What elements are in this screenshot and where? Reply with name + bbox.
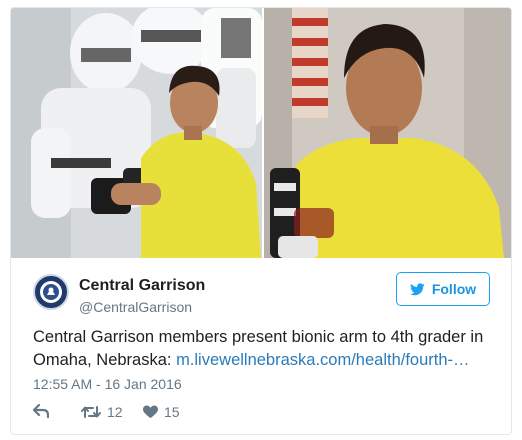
tweet-actions: 12 15 — [33, 404, 333, 424]
tweet-link[interactable]: m.livewellnebraska.com/health/fourth-… — [176, 351, 469, 369]
account-name[interactable]: Central Garrison — [79, 277, 205, 295]
like-button[interactable]: 15 — [143, 404, 180, 420]
tweet-text: Central Garrison members present bionic … — [33, 326, 493, 372]
avatar[interactable] — [33, 274, 69, 310]
follow-label: Follow — [431, 281, 477, 297]
reply-icon — [33, 404, 49, 418]
tweet-media — [11, 8, 511, 258]
media-photo-left[interactable] — [11, 8, 262, 258]
heart-icon — [143, 405, 158, 419]
garrison-emblem-icon — [36, 277, 66, 307]
tweet-card: Central Garrison @CentralGarrison Follow… — [10, 7, 512, 435]
media-photo-right[interactable] — [264, 8, 511, 258]
like-count: 15 — [164, 404, 180, 420]
tweet-timestamp[interactable]: 12:55 AM - 16 Jan 2016 — [33, 376, 182, 392]
follow-button[interactable]: Follow — [396, 272, 490, 306]
reply-button[interactable] — [33, 404, 49, 418]
retweet-count: 12 — [107, 404, 123, 420]
twitter-bird-icon — [409, 282, 425, 295]
retweet-icon — [81, 406, 101, 418]
photo-boy-with-bionic-arm — [264, 8, 511, 258]
photo-boy-with-stormtroopers — [11, 8, 262, 258]
account-handle[interactable]: @CentralGarrison — [79, 299, 192, 315]
retweet-button[interactable]: 12 — [81, 404, 123, 420]
